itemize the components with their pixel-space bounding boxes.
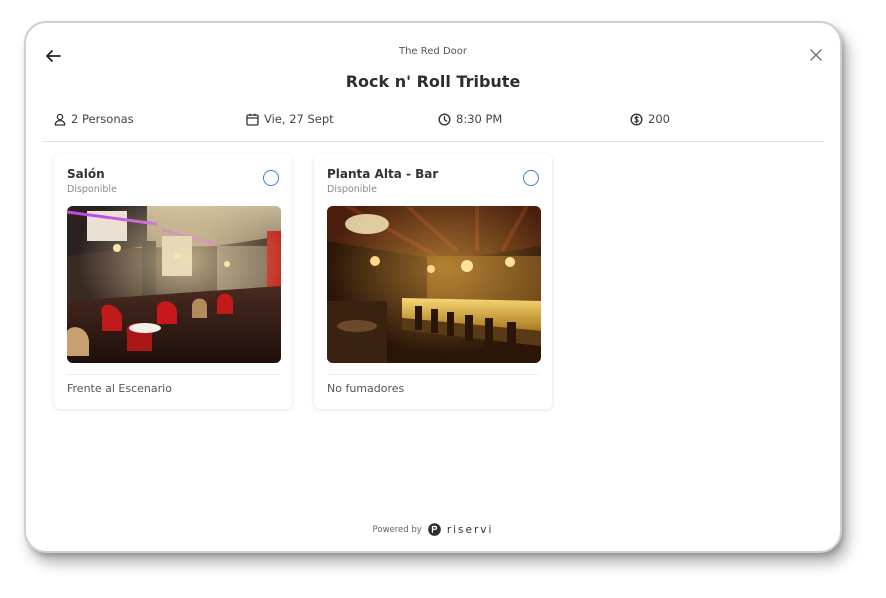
powered-by-label: Powered by (372, 524, 422, 535)
reservation-date: Vie, 27 Sept (264, 112, 334, 126)
reservation-modal: The Red Door Rock n' Roll Tribute 2 Pers… (24, 21, 842, 553)
area-photo-bar (327, 206, 541, 363)
powered-by-footer: Powered by riservi (26, 523, 840, 536)
price-info: 200 (630, 112, 670, 126)
area-status: Disponible (67, 184, 117, 195)
card-divider (67, 374, 279, 375)
area-name: Planta Alta - Bar (327, 167, 439, 181)
close-icon (810, 49, 822, 61)
dollar-coin-icon (630, 112, 643, 126)
area-feature: No fumadores (327, 382, 405, 395)
area-status: Disponible (327, 184, 377, 195)
area-card-salon[interactable]: Salón Disponible Frente al Escenario (54, 154, 292, 409)
guests-info: 2 Personas (54, 112, 134, 126)
calendar-icon (246, 113, 259, 126)
date-info: Vie, 27 Sept (246, 112, 334, 126)
area-select-radio[interactable] (523, 170, 539, 186)
time-info: 8:30 PM (438, 112, 502, 126)
area-feature: Frente al Escenario (67, 382, 172, 395)
area-card-planta-alta-bar[interactable]: Planta Alta - Bar Disponible No fumadore… (314, 154, 552, 409)
area-name: Salón (67, 167, 105, 181)
person-icon (54, 113, 66, 126)
guests-count: 2 Personas (71, 112, 134, 126)
area-photo-salon (67, 206, 281, 363)
header-divider (42, 141, 824, 142)
brand-name[interactable]: riservi (447, 524, 494, 536)
area-select-radio[interactable] (263, 170, 279, 186)
card-divider (327, 374, 539, 375)
clock-icon (438, 112, 451, 126)
event-title: Rock n' Roll Tribute (345, 72, 521, 91)
venue-name: The Red Door (398, 46, 467, 57)
close-button[interactable] (806, 45, 826, 65)
riservi-logo-icon (428, 523, 441, 536)
reservation-summary: 2 Personas Vie, 27 Sept 8:30 PM 200 (54, 112, 814, 130)
reservation-time: 8:30 PM (456, 112, 503, 126)
price-amount: 200 (648, 112, 670, 126)
